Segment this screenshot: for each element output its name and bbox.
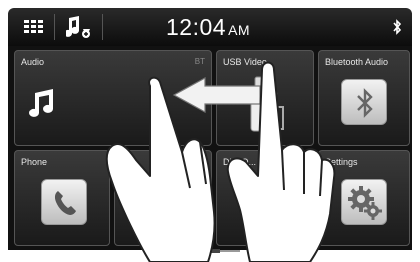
bluetooth-icon [393,19,402,35]
source-label: BT [194,57,205,66]
tile-settings[interactable]: Settings [318,150,410,246]
status-bar: 12:04 AM [8,8,412,46]
phone-handset-icon [54,191,76,215]
tile-label: Bluetooth Audio [325,57,389,67]
tile-label: Settings [325,157,358,167]
settings-icon-tile [341,179,387,225]
clock: 12:04 AM [166,14,250,40]
tile-usb-video[interactable]: USB Video [216,50,314,146]
bluetooth-icon [357,88,373,118]
time-text: 12:04 [166,14,227,40]
gear-icon [348,186,382,220]
music-note-icon[interactable] [66,15,92,39]
divider [54,14,55,40]
tile-phone[interactable]: Phone [14,150,110,246]
page-indicator [180,249,240,253]
ampm-text: AM [228,22,251,38]
home-screen: 12:04 AM Audio BT USB Video Bluetooth Aud… [0,0,420,262]
tile-audio[interactable]: Audio BT [14,50,212,146]
tile-bluetooth-audio[interactable]: Bluetooth Audio [318,50,410,146]
tile-label: Di... O... [223,157,257,167]
music-note-icon [29,89,53,117]
bluetooth-icon-tile [341,79,387,125]
app-grid: Audio BT USB Video Bluetooth Audio Phone… [8,46,412,250]
tile-label: Phone [21,157,48,167]
tile-empty[interactable] [114,150,212,246]
divider [102,14,103,40]
usb-icon [250,76,284,132]
tile-direct-other[interactable]: Di... O... [216,150,314,246]
phone-icon-tile [41,179,87,225]
grid-menu-icon[interactable] [24,20,44,34]
tile-label: Audio [21,57,45,67]
tile-label: USB Video [223,57,267,67]
